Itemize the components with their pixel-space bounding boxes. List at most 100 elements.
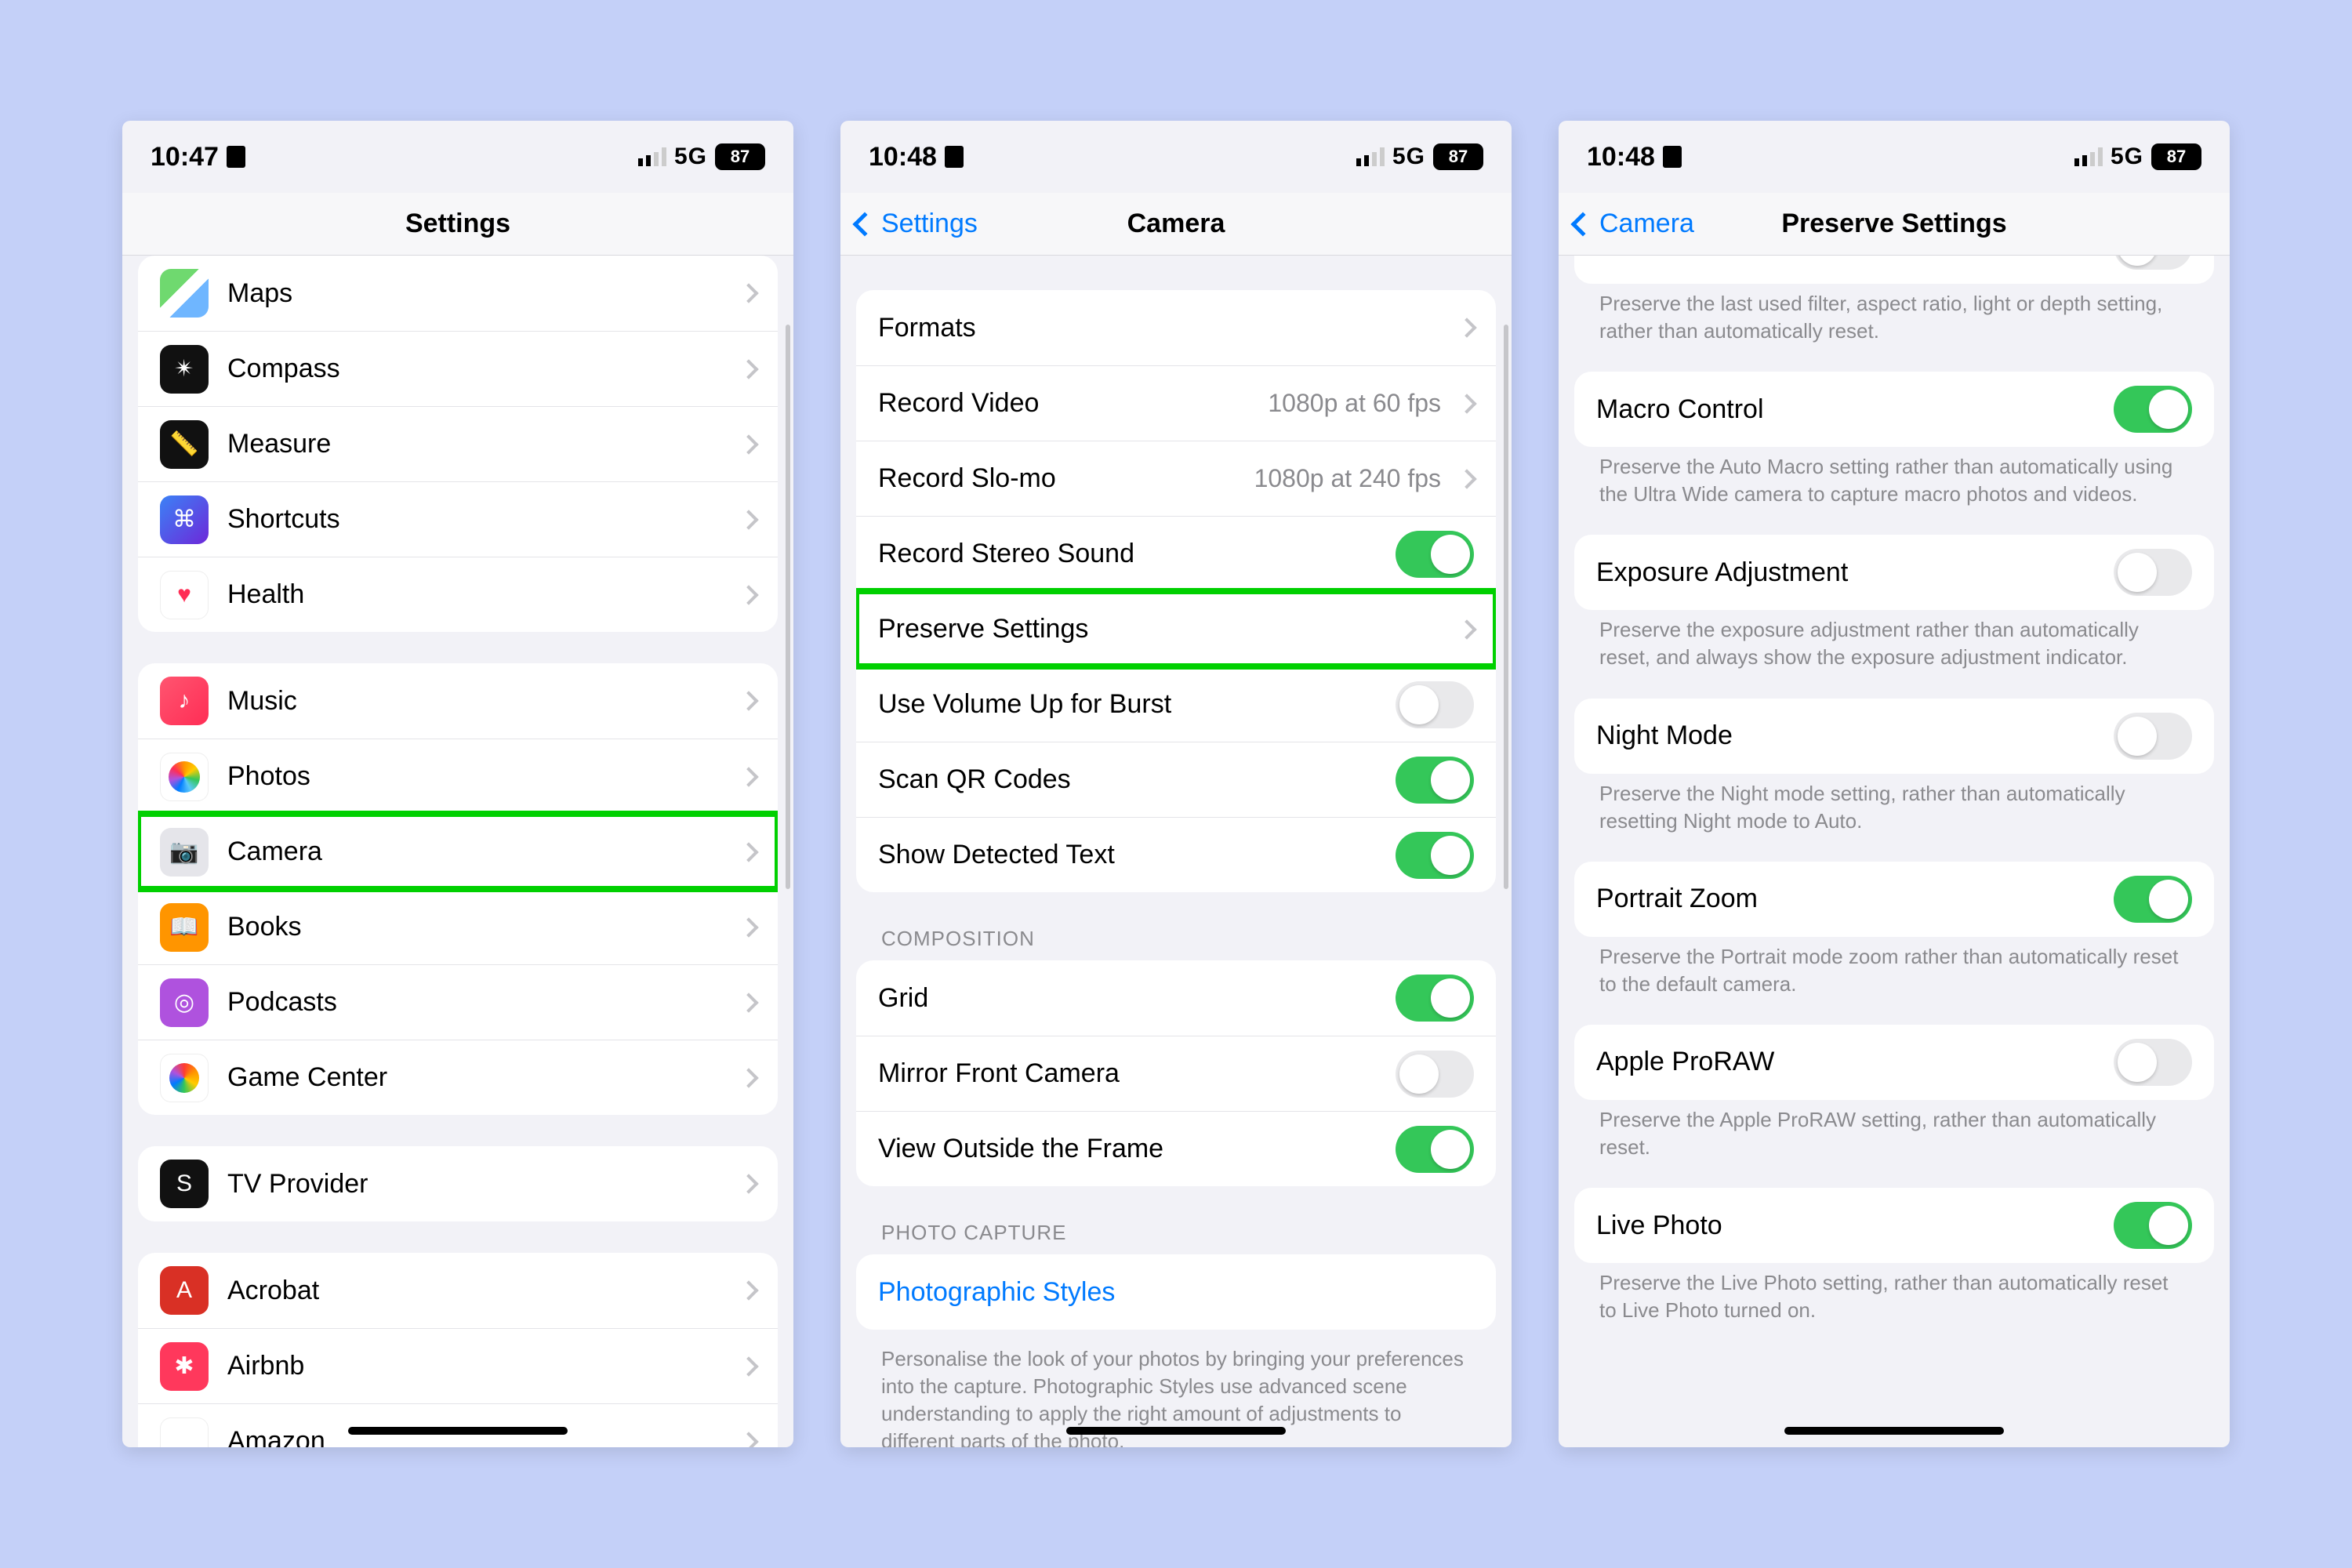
mirror-front-row[interactable]: Mirror Front Camera — [856, 1036, 1496, 1111]
home-indicator[interactable] — [1066, 1427, 1286, 1435]
settings-row-acrobat[interactable]: AAcrobat — [138, 1253, 778, 1328]
settings-row-music[interactable]: ♪Music — [138, 663, 778, 739]
live-photo-toggle[interactable] — [2114, 1202, 2192, 1249]
compass-icon: ✴︎ — [160, 345, 209, 394]
chevron-right-icon — [1457, 469, 1476, 488]
scan-qr-toggle[interactable] — [1396, 757, 1474, 804]
settings-row-compass[interactable]: ✴︎Compass — [138, 331, 778, 406]
apple-proraw-row[interactable]: Apple ProRAW — [1574, 1025, 2214, 1100]
scan-qr-row[interactable]: Scan QR Codes — [856, 742, 1496, 817]
music-label: Music — [227, 686, 723, 717]
view-outside-frame-toggle[interactable] — [1396, 1126, 1474, 1173]
chevron-right-icon — [739, 283, 758, 303]
shortcuts-icon: ⌘ — [160, 495, 209, 544]
volume-up-burst-toggle[interactable] — [1396, 681, 1474, 728]
apple-proraw-toggle[interactable] — [2114, 1039, 2192, 1086]
settings-row-airbnb[interactable]: ✱Airbnb — [138, 1328, 778, 1403]
settings-row-podcasts[interactable]: ◎Podcasts — [138, 964, 778, 1040]
mirror-front-toggle[interactable] — [1396, 1051, 1474, 1098]
record-video-detail: 1080p at 60 fps — [1268, 389, 1441, 418]
exposure-adjustment-row[interactable]: Exposure Adjustment — [1574, 535, 2214, 610]
live-photo-row[interactable]: Live Photo — [1574, 1188, 2214, 1263]
health-label: Health — [227, 579, 723, 610]
chevron-right-icon — [739, 434, 758, 454]
volume-up-burst-row[interactable]: Use Volume Up for Burst — [856, 666, 1496, 742]
portrait-zoom-group: Portrait Zoom — [1574, 862, 2214, 937]
measure-label: Measure — [227, 429, 723, 459]
chevron-right-icon — [739, 917, 758, 937]
prev-toggle[interactable] — [2114, 256, 2192, 270]
chevron-right-icon — [739, 1280, 758, 1300]
signal-icon — [638, 147, 666, 166]
record-video-label: Record Video — [878, 388, 1249, 419]
exposure-adjustment-group: Exposure Adjustment — [1574, 535, 2214, 610]
portrait-zoom-footer: Preserve the Portrait mode zoom rather t… — [1574, 943, 2214, 998]
prev-footer: Preserve the last used filter, aspect ra… — [1574, 290, 2214, 345]
settings-group-thirdparty: AAcrobat✱Airbnb⌣Amazon — [138, 1253, 778, 1447]
prev-group-partial — [1574, 256, 2214, 284]
grid-label: Grid — [878, 983, 1377, 1014]
macro-control-row[interactable]: Macro Control — [1574, 372, 2214, 447]
home-indicator[interactable] — [1784, 1427, 2004, 1435]
mirror-front-label: Mirror Front Camera — [878, 1058, 1377, 1089]
record-slomo-label: Record Slo-mo — [878, 463, 1236, 494]
chevron-right-icon — [739, 1174, 758, 1193]
measure-icon: 📏 — [160, 420, 209, 469]
grid-toggle[interactable] — [1396, 975, 1474, 1022]
books-icon: 📖 — [160, 903, 209, 952]
settings-row-health[interactable]: ♥Health — [138, 557, 778, 632]
settings-row-amazon[interactable]: ⌣Amazon — [138, 1403, 778, 1447]
back-label: Settings — [881, 209, 978, 239]
exposure-adjustment-label: Exposure Adjustment — [1596, 557, 2095, 588]
record-slomo-row[interactable]: Record Slo-mo 1080p at 240 fps — [856, 441, 1496, 516]
settings-row-gamecenter[interactable]: Game Center — [138, 1040, 778, 1115]
macro-control-group: Macro Control — [1574, 372, 2214, 447]
preserve-settings-list[interactable]: Preserve the last used filter, aspect ra… — [1559, 256, 2230, 1447]
back-button[interactable]: Settings — [848, 193, 985, 255]
status-bar: 10:47 5G 87 — [122, 121, 793, 193]
exposure-adjustment-toggle[interactable] — [2114, 549, 2192, 596]
record-stereo-row[interactable]: Record Stereo Sound — [856, 516, 1496, 591]
record-stereo-toggle[interactable] — [1396, 531, 1474, 578]
formats-row[interactable]: Formats — [856, 290, 1496, 365]
settings-row-shortcuts[interactable]: ⌘Shortcuts — [138, 481, 778, 557]
settings-row-photos[interactable]: Photos — [138, 739, 778, 814]
portrait-zoom-row[interactable]: Portrait Zoom — [1574, 862, 2214, 937]
status-bar: 10:48 5G 87 — [1559, 121, 2230, 193]
amazon-icon: ⌣ — [160, 1417, 209, 1448]
preserve-settings-row[interactable]: Preserve Settings — [856, 591, 1496, 666]
night-mode-toggle[interactable] — [2114, 713, 2192, 760]
screenshot-preserve-settings: 10:48 5G 87 Camera Preserve Settings Pre… — [1559, 121, 2230, 1447]
macro-control-footer: Preserve the Auto Macro setting rather t… — [1574, 453, 2214, 508]
macro-control-toggle[interactable] — [2114, 386, 2192, 433]
night-mode-footer: Preserve the Night mode setting, rather … — [1574, 780, 2214, 835]
detected-text-row[interactable]: Show Detected Text — [856, 817, 1496, 892]
back-button[interactable]: Camera — [1566, 193, 1702, 255]
podcasts-label: Podcasts — [227, 987, 723, 1018]
settings-row-maps[interactable]: Maps — [138, 256, 778, 331]
settings-list[interactable]: Maps✴︎Compass 📏 Measure ⌘Shortcuts♥Health ♪… — [122, 256, 793, 1447]
navbar: Settings — [122, 193, 793, 256]
battery-icon: 87 — [2151, 143, 2201, 170]
record-video-row[interactable]: Record Video 1080p at 60 fps — [856, 365, 1496, 441]
battery-icon: 87 — [1433, 143, 1483, 170]
photographic-styles-row[interactable]: Photographic Styles — [856, 1254, 1496, 1330]
back-label: Camera — [1599, 209, 1694, 239]
detected-text-toggle[interactable] — [1396, 832, 1474, 879]
night-mode-row[interactable]: Night Mode — [1574, 699, 2214, 774]
camera-icon: 📷 — [160, 828, 209, 877]
grid-row[interactable]: Grid — [856, 960, 1496, 1036]
settings-row-tvprovider[interactable]: STV Provider — [138, 1146, 778, 1221]
settings-row-camera[interactable]: 📷Camera — [138, 814, 778, 889]
prev-row[interactable] — [1574, 256, 2214, 284]
view-outside-frame-row[interactable]: View Outside the Frame — [856, 1111, 1496, 1186]
camera-settings-list[interactable]: FormatsRecord Video1080p at 60 fpsRecord… — [840, 256, 1512, 1447]
acrobat-icon: A — [160, 1266, 209, 1315]
settings-row-books[interactable]: 📖Books — [138, 889, 778, 964]
portrait-zoom-toggle[interactable] — [2114, 876, 2192, 923]
record-slomo-detail: 1080p at 240 fps — [1254, 464, 1441, 493]
page-title: Preserve Settings — [1781, 209, 2006, 239]
home-indicator[interactable] — [348, 1427, 568, 1435]
apple-proraw-label: Apple ProRAW — [1596, 1047, 2095, 1077]
settings-row-measure[interactable]: 📏 Measure — [138, 406, 778, 481]
